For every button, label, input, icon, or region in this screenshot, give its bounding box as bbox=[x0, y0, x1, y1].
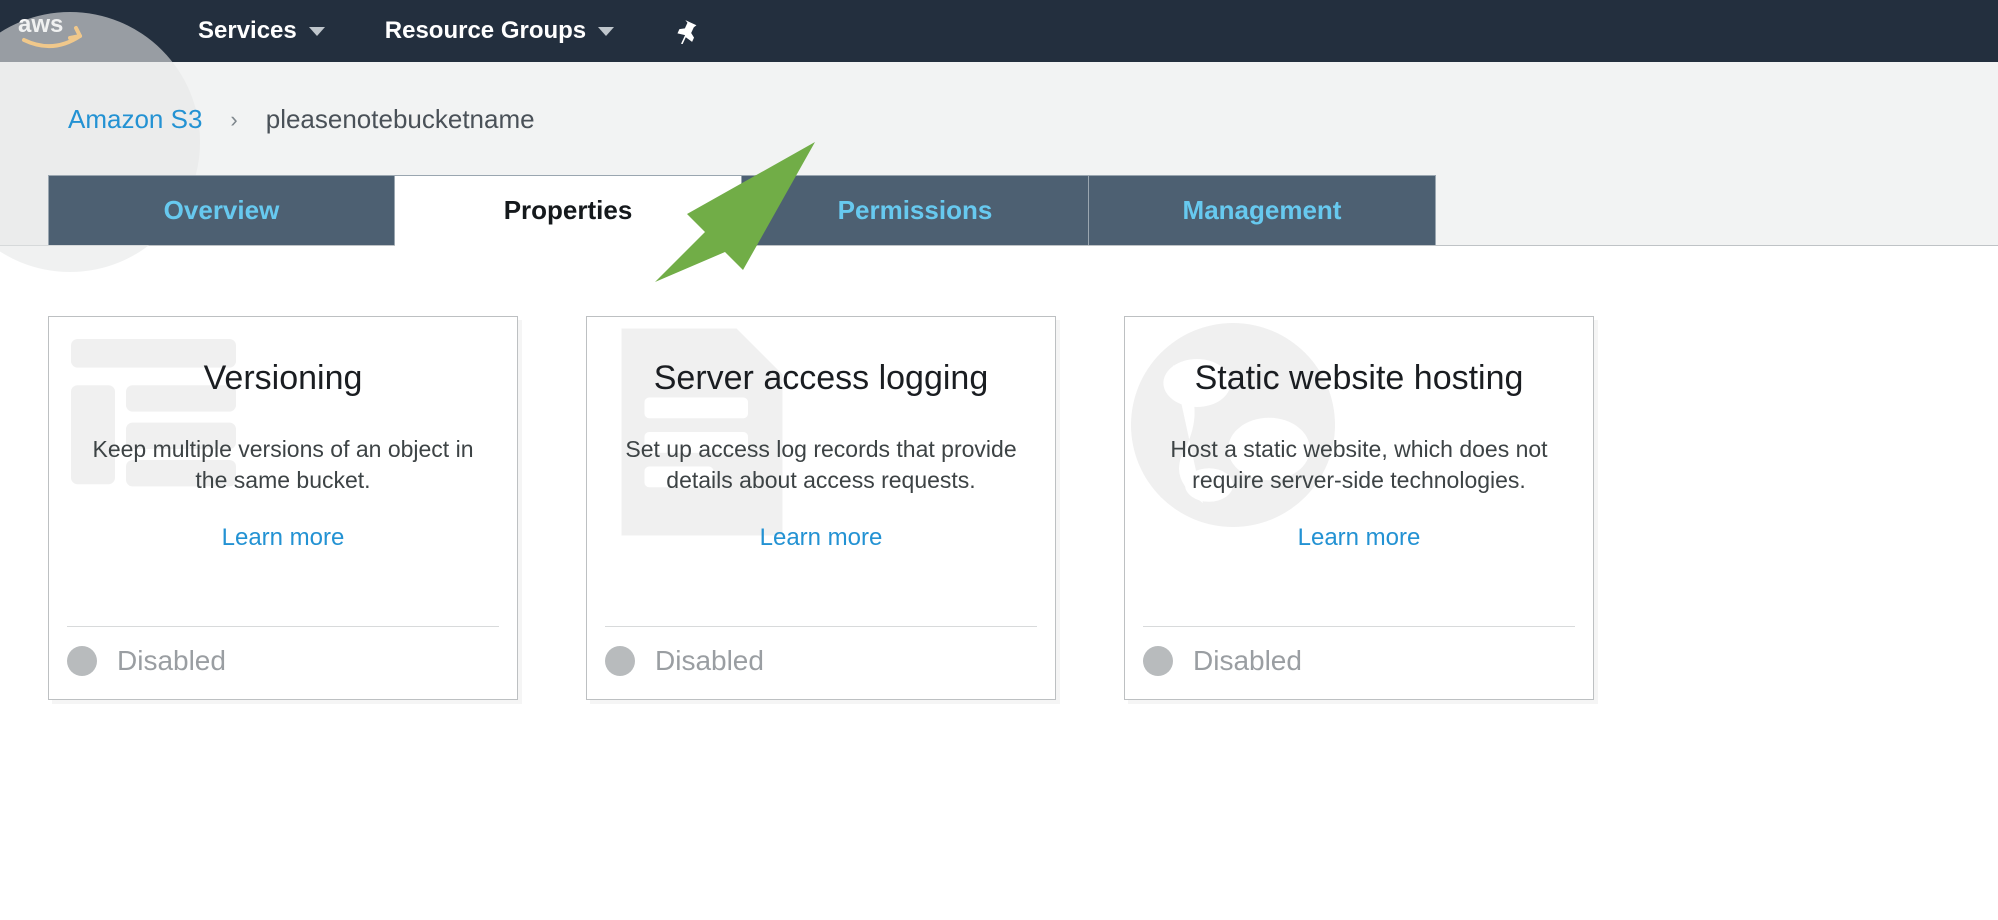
resource-groups-menu[interactable]: Resource Groups bbox=[385, 17, 614, 45]
resource-groups-label: Resource Groups bbox=[385, 17, 586, 45]
status-text: Disabled bbox=[1193, 645, 1302, 677]
services-menu[interactable]: Services bbox=[198, 17, 325, 45]
card-description: Set up access log records that provide d… bbox=[615, 434, 1027, 496]
status-indicator-icon bbox=[1143, 646, 1173, 676]
learn-more-link[interactable]: Learn more bbox=[1298, 524, 1421, 551]
card-status-row: Disabled bbox=[67, 626, 499, 677]
card-status-row: Disabled bbox=[605, 626, 1037, 677]
tab-label: Management bbox=[1183, 195, 1342, 226]
card-title: Server access logging bbox=[615, 359, 1027, 398]
card-static-website-hosting[interactable]: Static website hosting Host a static web… bbox=[1124, 316, 1594, 700]
status-indicator-icon bbox=[67, 646, 97, 676]
tab-label: Overview bbox=[164, 195, 280, 226]
pin-icon bbox=[674, 18, 700, 44]
status-indicator-icon bbox=[605, 646, 635, 676]
tab-overview[interactable]: Overview bbox=[48, 175, 395, 245]
learn-more-link[interactable]: Learn more bbox=[760, 524, 883, 551]
tab-permissions[interactable]: Permissions bbox=[742, 175, 1089, 245]
learn-more-link[interactable]: Learn more bbox=[222, 524, 345, 551]
chevron-down-icon bbox=[309, 27, 325, 36]
breadcrumb-root-link[interactable]: Amazon S3 bbox=[68, 104, 202, 135]
status-text: Disabled bbox=[117, 645, 226, 677]
status-text: Disabled bbox=[655, 645, 764, 677]
chevron-right-icon: › bbox=[230, 107, 237, 133]
tab-label: Properties bbox=[504, 195, 633, 226]
top-nav: aws Services Resource Groups bbox=[0, 0, 1998, 62]
card-description: Keep multiple versions of an object in t… bbox=[77, 434, 489, 496]
card-title: Versioning bbox=[77, 359, 489, 398]
tab-bar: Overview Properties Permissions Manageme… bbox=[48, 175, 1998, 245]
tab-label: Permissions bbox=[838, 195, 993, 226]
sub-header: Amazon S3 › pleasenotebucketname Overvie… bbox=[0, 62, 1998, 246]
breadcrumb: Amazon S3 › pleasenotebucketname bbox=[0, 62, 1998, 175]
chevron-down-icon bbox=[598, 27, 614, 36]
tab-management[interactable]: Management bbox=[1089, 175, 1436, 245]
pin-button[interactable] bbox=[674, 18, 700, 44]
card-title: Static website hosting bbox=[1153, 359, 1565, 398]
card-server-access-logging[interactable]: Server access logging Set up access log … bbox=[586, 316, 1056, 700]
card-status-row: Disabled bbox=[1143, 626, 1575, 677]
services-label: Services bbox=[198, 17, 297, 45]
card-description: Host a static website, which does not re… bbox=[1153, 434, 1565, 496]
breadcrumb-bucket-name: pleasenotebucketname bbox=[266, 104, 535, 135]
properties-cards: Versioning Keep multiple versions of an … bbox=[0, 246, 1998, 700]
tab-properties[interactable]: Properties bbox=[395, 175, 742, 245]
card-versioning[interactable]: Versioning Keep multiple versions of an … bbox=[48, 316, 518, 700]
